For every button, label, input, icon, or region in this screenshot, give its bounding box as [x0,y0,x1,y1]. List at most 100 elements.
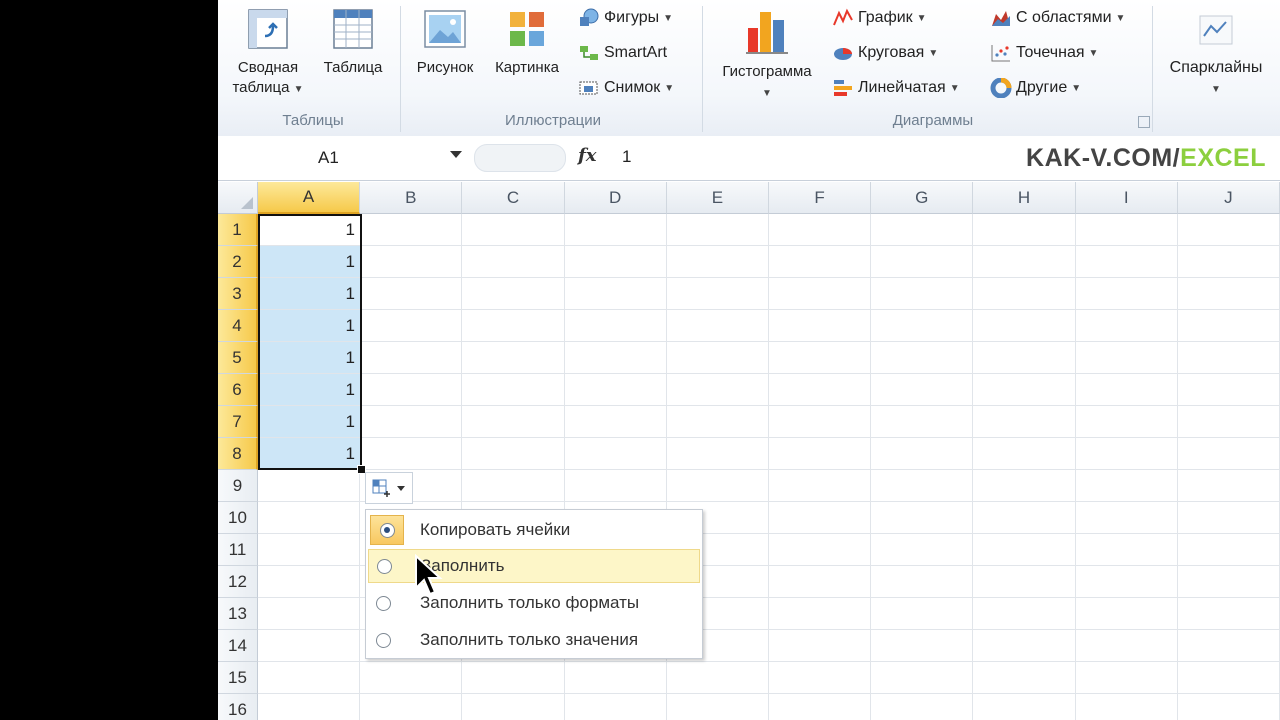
menu-item-copy-cells[interactable]: Копировать ячейки [368,513,700,547]
formula-bar-splitter[interactable] [474,144,566,172]
row-header-3[interactable]: 3 [218,278,258,310]
row-header-15[interactable]: 15 [218,662,258,694]
picture-button[interactable]: Рисунок [408,6,482,78]
scatter-chart-icon [990,43,1012,63]
excel-window: Сводная таблица ▼ Таблица Таблицы Рисуно… [218,0,1280,720]
pie-chart-label: Круговая [858,44,925,61]
bar-chart-button[interactable]: Линейчатая ▼ [832,76,960,100]
row-header-7[interactable]: 7 [218,406,258,438]
grid-line [1074,214,1076,720]
table-label: Таблица [323,59,383,76]
worksheet-grid[interactable]: ABCDEFGHIJ 1 2 3 4 5 6 7 8 9 10 11 12 13 14 15 16 11111… [218,182,1280,720]
insert-function-icon[interactable]: fx [578,145,596,166]
column-header-i[interactable]: I [1075,182,1178,214]
row-header-11[interactable]: 11 [218,534,258,566]
row-header-14[interactable]: 14 [218,630,258,662]
column-header-e[interactable]: E [666,182,769,214]
donut-chart-icon [990,77,1012,99]
menu-item-label: Заполнить только форматы [420,593,640,612]
radio-selected-icon [379,522,395,538]
column-header-h[interactable]: H [973,182,1076,214]
other-charts-button[interactable]: Другие ▼ [990,76,1081,100]
chevron-down-icon [397,486,405,491]
shapes-button[interactable]: Фигуры ▼ [578,6,673,30]
picture-label: Рисунок [416,59,474,76]
grid-line [258,437,1280,438]
mouse-cursor-icon [415,554,443,596]
pivot-table-icon [248,9,288,49]
grid-line [1176,214,1178,720]
cell-a8[interactable]: 1 [259,438,361,469]
line-chart-button[interactable]: График ▼ [832,6,927,30]
cell-a3[interactable]: 1 [259,278,361,309]
smartart-button[interactable]: SmartArt [578,41,667,65]
group-label-illustrations: Иллюстрации [505,112,601,129]
column-header-g[interactable]: G [871,182,974,214]
column-header-d[interactable]: D [564,182,667,214]
grid-line [258,341,1280,342]
column-header-c[interactable]: C [462,182,565,214]
camera-icon [578,78,600,98]
pivot-table-button[interactable]: Сводная таблица ▼ [228,6,308,100]
column-header-j[interactable]: J [1177,182,1280,214]
group-separator [1152,6,1153,132]
row-header-2[interactable]: 2 [218,246,258,278]
row-header-5[interactable]: 5 [218,342,258,374]
row-header-9[interactable]: 9 [218,470,258,502]
grid-line [972,214,974,720]
screenshot-label: Снимок [604,79,661,96]
select-all-button[interactable] [218,182,258,214]
formula-bar: A1 fx 1 KAK-V.COM/EXCEL [218,136,1280,181]
radio-icon [376,558,392,574]
grid-line [258,693,1280,694]
cell-a2[interactable]: 1 [259,246,361,277]
grid-line [258,309,1280,310]
bar-chart-icon [832,78,854,98]
sparklines-button[interactable]: Спарклайны ▼ [1158,12,1274,100]
column-header-b[interactable]: B [360,182,463,214]
scatter-chart-button[interactable]: Точечная ▼ [990,41,1098,65]
row-header-8[interactable]: 8 [218,438,258,470]
other-charts-label: Другие [1016,79,1068,96]
row-header-10[interactable]: 10 [218,502,258,534]
row-header-13[interactable]: 13 [218,598,258,630]
smartart-icon [578,43,600,63]
pivot-line1: Сводная [237,59,299,76]
group-label-charts: Диаграммы [892,112,974,129]
menu-item-fill-values[interactable]: Заполнить только значения [368,623,700,657]
column-header-f[interactable]: F [769,182,872,214]
cell-a4[interactable]: 1 [259,310,361,341]
pie-chart-button[interactable]: Круговая ▼ [832,41,938,65]
cell-a1[interactable]: 1 [259,214,361,245]
autofill-options-button[interactable] [365,472,413,504]
row-header-4[interactable]: 4 [218,310,258,342]
chevron-down-icon: ▼ [1211,84,1221,95]
chevron-down-icon[interactable] [450,151,462,158]
row-header-12[interactable]: 12 [218,566,258,598]
column-header-a[interactable]: A [258,182,361,214]
cell-a5[interactable]: 1 [259,342,361,373]
row-header-16[interactable]: 16 [218,694,258,720]
cell-a6[interactable]: 1 [259,374,361,405]
chevron-down-icon: ▼ [1088,47,1099,59]
menu-item-label: Копировать ячейки [420,520,571,539]
menu-item-label: Заполнить только значения [420,630,639,649]
chevron-down-icon: ▼ [928,47,939,59]
area-chart-button[interactable]: С областями ▼ [990,6,1125,30]
formula-input[interactable]: 1 [622,147,631,167]
table-button[interactable]: Таблица [316,6,390,78]
histogram-label: Гистограмма [722,63,812,80]
line-chart-label: График [858,9,913,26]
group-label-tables: Таблицы [282,112,344,129]
pie-chart-icon [832,43,854,63]
screenshot-button[interactable]: Снимок ▼ [578,76,674,100]
histogram-button[interactable]: Гистограмма ▼ [710,6,824,104]
chevron-down-icon: ▼ [916,12,927,24]
cell-a7[interactable]: 1 [259,406,361,437]
watermark-part1: KAK-V.COM/ [1026,144,1181,172]
clipart-button[interactable]: Картинка [486,6,568,78]
row-header-6[interactable]: 6 [218,374,258,406]
name-box[interactable]: A1 [218,142,468,174]
row-header-1[interactable]: 1 [218,214,258,246]
dialog-launcher-icon[interactable] [1138,116,1150,128]
